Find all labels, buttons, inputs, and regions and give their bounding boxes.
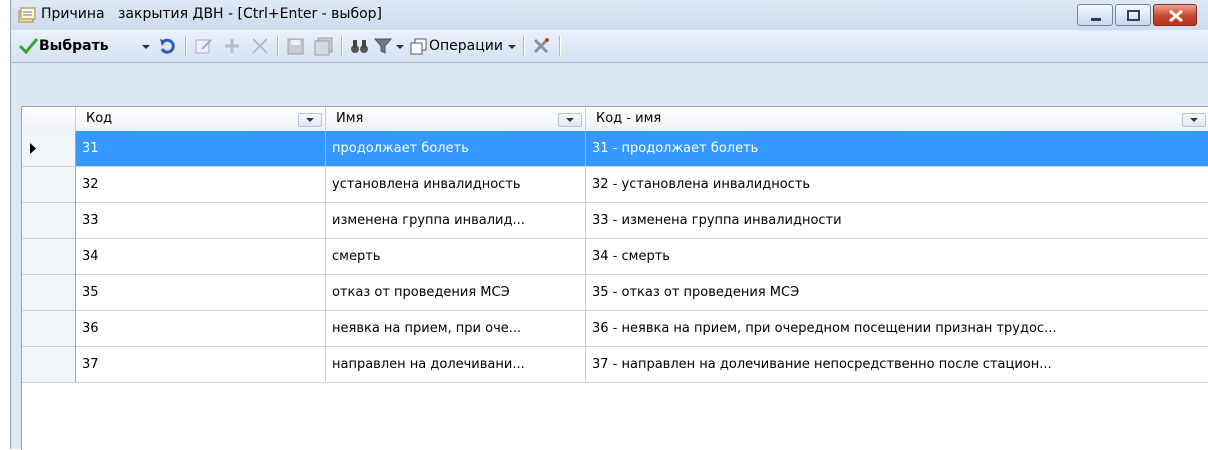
chevron-down-icon: [306, 118, 314, 122]
column-header-name-label: Имя: [336, 111, 364, 126]
operations-button[interactable]: Операции: [409, 34, 519, 58]
column-filter-button[interactable]: [298, 113, 322, 127]
row-indicator[interactable]: [22, 347, 76, 383]
cell-name[interactable]: продолжает болеть: [326, 131, 586, 166]
form-icon: [17, 6, 37, 24]
refresh-button[interactable]: [157, 34, 179, 58]
row-indicator[interactable]: [22, 311, 76, 347]
add-button[interactable]: [221, 34, 243, 58]
minimize-icon: [1091, 18, 1101, 21]
cell-name[interactable]: неявка на прием, при оче...: [326, 311, 586, 346]
data-grid: Код Имя Код - имя 31 продолжает болеть 3: [21, 106, 1208, 450]
close-icon: [1169, 9, 1183, 23]
row-indicator[interactable]: [22, 275, 76, 311]
cell-name[interactable]: отказ от проведения МСЭ: [326, 275, 586, 310]
maximize-icon: [1127, 10, 1140, 21]
cell-code-name[interactable]: 33 - изменена группа инвалидности: [586, 203, 1208, 238]
table-row[interactable]: 33 изменена группа инвалид... 33 - измен…: [76, 203, 1208, 239]
chevron-down-icon: [1190, 118, 1198, 122]
table-row[interactable]: 31 продолжает болеть 31 - продолжает бол…: [76, 131, 1208, 167]
dialog-window: Причина закрытия ДВН - [Ctrl+Enter - выб…: [10, 0, 1208, 450]
row-indicator[interactable]: [22, 131, 76, 167]
row-indicator[interactable]: [22, 239, 76, 275]
delete-icon: [252, 38, 268, 54]
select-dropdown-arrow[interactable]: [141, 34, 151, 58]
delete-button[interactable]: [249, 34, 271, 58]
chevron-down-icon: [566, 118, 574, 122]
cell-code-name[interactable]: 37 - направлен на долечивание непосредст…: [586, 347, 1208, 382]
settings-button[interactable]: [531, 34, 553, 58]
check-icon: [18, 38, 39, 55]
cell-code-name[interactable]: 32 - установлена инвалидность: [586, 167, 1208, 202]
row-indicator[interactable]: [22, 203, 76, 239]
binoculars-icon: [351, 40, 368, 53]
cell-name[interactable]: установлена инвалидность: [326, 167, 586, 202]
filter-dropdown-arrow[interactable]: [395, 34, 405, 58]
column-header-code-name[interactable]: Код - имя: [586, 107, 1208, 131]
row-indicator[interactable]: [22, 167, 76, 203]
cell-code-name[interactable]: 31 - продолжает болеть: [586, 131, 1208, 166]
chevron-down-icon: [507, 45, 516, 49]
cell-code-name[interactable]: 35 - отказ от проведения МСЭ: [586, 275, 1208, 310]
cell-code-name[interactable]: 34 - смерть: [586, 239, 1208, 274]
table-row[interactable]: 35 отказ от проведения МСЭ 35 - отказ от…: [76, 275, 1208, 311]
column-filter-button[interactable]: [1182, 113, 1206, 127]
edit-button[interactable]: [193, 34, 215, 58]
column-filter-button[interactable]: [558, 113, 582, 127]
chevron-down-icon: [142, 45, 150, 49]
maximize-button[interactable]: [1115, 4, 1151, 26]
filter-button[interactable]: [373, 34, 393, 58]
edit-icon: [195, 39, 212, 54]
column-header-code[interactable]: Код: [76, 107, 326, 131]
column-header-code-name-label: Код - имя: [596, 111, 662, 126]
chevron-down-icon: [396, 45, 404, 49]
cell-code[interactable]: 32: [76, 167, 326, 202]
current-row-arrow-icon: [30, 143, 36, 154]
save-icon: [287, 38, 304, 55]
toolbar: Выбрать Операции: [11, 30, 1208, 63]
cell-code[interactable]: 33: [76, 203, 326, 238]
cell-name[interactable]: направлен на долечивани...: [326, 347, 586, 382]
cell-code[interactable]: 37: [76, 347, 326, 382]
search-button[interactable]: [349, 34, 371, 58]
cell-code[interactable]: 31: [76, 131, 326, 166]
close-button[interactable]: [1153, 4, 1197, 26]
cell-code-name[interactable]: 36 - неявка на прием, при очередном посе…: [586, 311, 1208, 346]
grid-header: Код Имя Код - имя: [22, 107, 1208, 132]
title-bar[interactable]: Причина закрытия ДВН - [Ctrl+Enter - выб…: [11, 0, 1208, 30]
operations-icon: [410, 38, 427, 55]
column-header-name[interactable]: Имя: [326, 107, 586, 131]
cell-name[interactable]: изменена группа инвалид...: [326, 203, 586, 238]
cell-code[interactable]: 35: [76, 275, 326, 310]
table-row[interactable]: 36 неявка на прием, при оче... 36 - неяв…: [76, 311, 1208, 347]
save-all-icon: [314, 37, 333, 56]
save-button[interactable]: [285, 34, 307, 58]
select-button-label: Выбрать: [39, 38, 109, 54]
row-indicator-header: [22, 107, 76, 131]
tools-icon: [533, 38, 549, 54]
refresh-icon: [160, 38, 175, 54]
table-row[interactable]: 34 смерть 34 - смерть: [76, 239, 1208, 275]
cell-code[interactable]: 36: [76, 311, 326, 346]
column-header-code-label: Код: [86, 111, 113, 126]
window-title: Причина закрытия ДВН - [Ctrl+Enter - выб…: [41, 6, 383, 22]
table-row[interactable]: 37 направлен на долечивани... 37 - напра…: [76, 347, 1208, 383]
filter-icon: [373, 38, 393, 54]
select-button[interactable]: Выбрать: [17, 34, 109, 58]
add-icon: [225, 39, 239, 53]
cell-code[interactable]: 34: [76, 239, 326, 274]
minimize-button[interactable]: [1077, 4, 1113, 26]
table-row[interactable]: 32 установлена инвалидность 32 - установ…: [76, 167, 1208, 203]
operations-button-label: Операции: [429, 38, 503, 54]
save-all-button[interactable]: [313, 34, 335, 58]
cell-name[interactable]: смерть: [326, 239, 586, 274]
